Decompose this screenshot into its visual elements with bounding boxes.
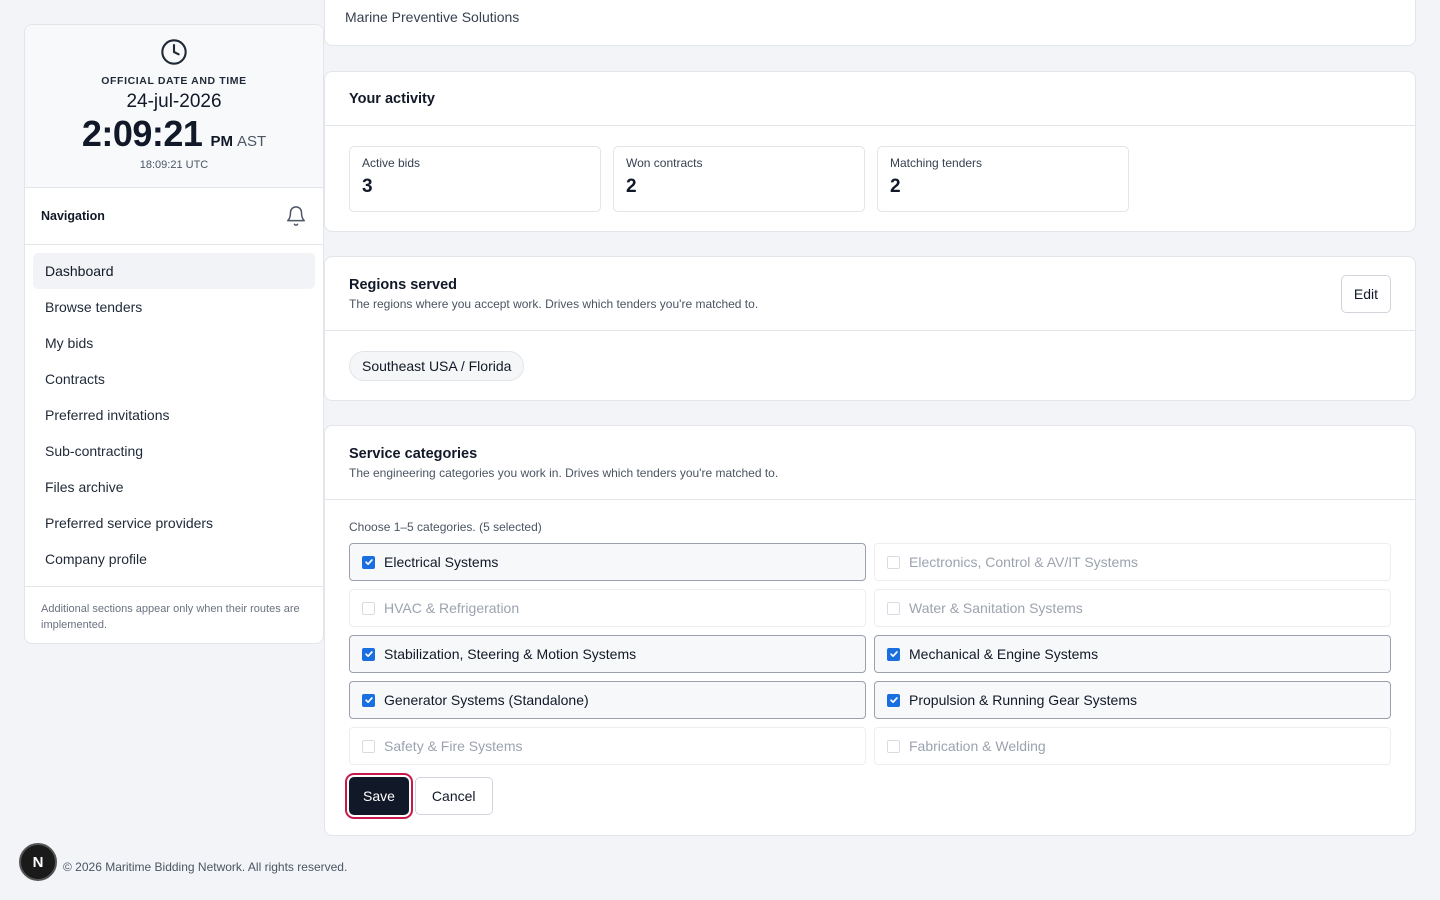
category-checkbox[interactable] [887,647,900,661]
stat-label: Active bids [362,156,421,170]
activity-card: Your activity Active bids 3 Won contract… [324,71,1416,232]
categories-title: Service categories [349,445,478,462]
cancel-button[interactable]: Cancel [414,777,493,815]
bell-icon[interactable] [285,205,307,227]
nav-item-my-bids[interactable]: My bids [33,325,315,361]
regions-subtitle: The regions where you accept work. Drive… [349,296,759,311]
clock-date: 24-jul-2026 [126,91,222,112]
clock-time: 2:09:21 [81,113,203,154]
nav-item-company-profile[interactable]: Company profile [33,541,315,577]
category-generator-systems[interactable]: Generator Systems (Standalone) [349,681,866,719]
category-label: Electrical Systems [384,554,499,570]
categories-grid: Electrical Systems Electronics, Control … [349,543,1391,765]
category-checkbox[interactable] [362,693,375,707]
category-hvac-refrigeration[interactable]: HVAC & Refrigeration [349,589,866,627]
edit-regions-button[interactable]: Edit [1340,274,1391,313]
regions-title: Regions served [349,276,457,293]
regions-card: Regions served The regions where you acc… [324,256,1416,401]
category-electrical-systems[interactable]: Electrical Systems [349,543,866,581]
nav-item-browse-tenders[interactable]: Browse tenders [33,289,315,325]
regions-header: Regions served The regions where you acc… [325,257,1415,331]
check-icon [364,697,373,703]
stat-value: 2 [626,176,637,197]
category-checkbox[interactable] [362,739,375,753]
activity-title: Your activity [349,90,435,107]
check-icon [889,697,898,703]
category-label: Propulsion & Running Gear Systems [909,692,1137,708]
nav-header: Navigation [25,188,323,245]
clock-caption: OFFICIAL DATE AND TIME [101,75,247,87]
category-label: Fabrication & Welding [909,738,1046,754]
nav-item-preferred-invitations[interactable]: Preferred invitations [33,397,315,433]
footer-copyright: © 2026 Maritime Bidding Network. All rig… [63,860,348,874]
stat-label: Matching tenders [890,156,983,170]
categories-body: Choose 1–5 categories. (5 selected) Elec… [325,500,1415,815]
clock-icon [161,39,187,65]
regions-heading: Regions served The regions where you acc… [349,277,758,311]
check-icon [364,559,373,565]
activity-stats: Active bids 3 Won contracts 2 Matching t… [325,126,1415,232]
company-name: Marine Preventive Solutions [345,9,520,25]
category-checkbox[interactable] [362,647,375,661]
category-label: Mechanical & Engine Systems [909,646,1099,662]
nav-item-dashboard[interactable]: Dashboard [33,253,315,289]
nav-title: Navigation [41,209,105,223]
category-checkbox[interactable] [887,693,900,707]
stat-matching-tenders: Matching tenders 2 [877,146,1129,212]
category-label: Water & Sanitation Systems [909,600,1083,616]
category-safety-fire[interactable]: Safety & Fire Systems [349,727,866,765]
check-icon [364,651,373,657]
category-fabrication-welding[interactable]: Fabrication & Welding [874,727,1391,765]
nav-item-contracts[interactable]: Contracts [33,361,315,397]
clock-ampm: PM [210,133,233,150]
category-propulsion-running-gear[interactable]: Propulsion & Running Gear Systems [874,681,1391,719]
category-label: Stabilization, Steering & Motion Systems [384,646,637,662]
category-checkbox[interactable] [362,555,375,569]
stat-label: Won contracts [626,156,703,170]
category-checkbox[interactable] [887,601,900,615]
category-checkbox[interactable] [887,739,900,753]
save-button[interactable]: Save [349,777,409,815]
clock-zone: AST [236,133,267,150]
category-electronics-control-av-it[interactable]: Electronics, Control & AV/IT Systems [874,543,1391,581]
category-label: Generator Systems (Standalone) [384,692,589,708]
categories-header: Service categories The engineering categ… [325,426,1415,500]
sidebar: OFFICIAL DATE AND TIME 24-jul-2026 2:09:… [24,24,324,644]
nav-item-files-archive[interactable]: Files archive [33,469,315,505]
category-checkbox[interactable] [362,601,375,615]
company-card: Marine Preventive Solutions [324,0,1416,46]
category-label: HVAC & Refrigeration [384,600,520,616]
stat-won-contracts: Won contracts 2 [613,146,865,212]
clock-time-row: 2:09:21 PM AST [82,113,266,155]
region-chip: Southeast USA / Florida [349,351,525,381]
category-stabilization-steering-motion[interactable]: Stabilization, Steering & Motion Systems [349,635,866,673]
stat-value: 2 [890,176,901,197]
activity-header: Your activity [325,72,1415,126]
nav-note: Additional sections appear only when the… [41,603,300,631]
nav-list: Dashboard Browse tenders My bids Contrac… [25,245,323,587]
category-mechanical-engine[interactable]: Mechanical & Engine Systems [874,635,1391,673]
category-label: Safety & Fire Systems [384,738,523,754]
check-icon [889,651,898,657]
nav-item-preferred-service-providers[interactable]: Preferred service providers [33,505,315,541]
stat-active-bids: Active bids 3 [349,146,601,212]
category-label: Electronics, Control & AV/IT Systems [909,554,1139,570]
categories-actions: Save Cancel [349,777,1391,815]
category-checkbox[interactable] [887,555,900,569]
categories-hint: Choose 1–5 categories. (5 selected) [349,520,542,534]
regions-chip-row: Southeast USA / Florida [325,331,1415,401]
official-clock: OFFICIAL DATE AND TIME 24-jul-2026 2:09:… [25,25,323,188]
stat-value: 3 [362,176,373,197]
category-water-sanitation[interactable]: Water & Sanitation Systems [874,589,1391,627]
clock-utc: 18:09:21 UTC [139,159,209,171]
categories-subtitle: The engineering categories you work in. … [349,465,779,480]
n-badge-button[interactable]: N [19,843,57,881]
nav-item-sub-contracting[interactable]: Sub-contracting [33,433,315,469]
categories-card: Service categories The engineering categ… [324,425,1416,836]
